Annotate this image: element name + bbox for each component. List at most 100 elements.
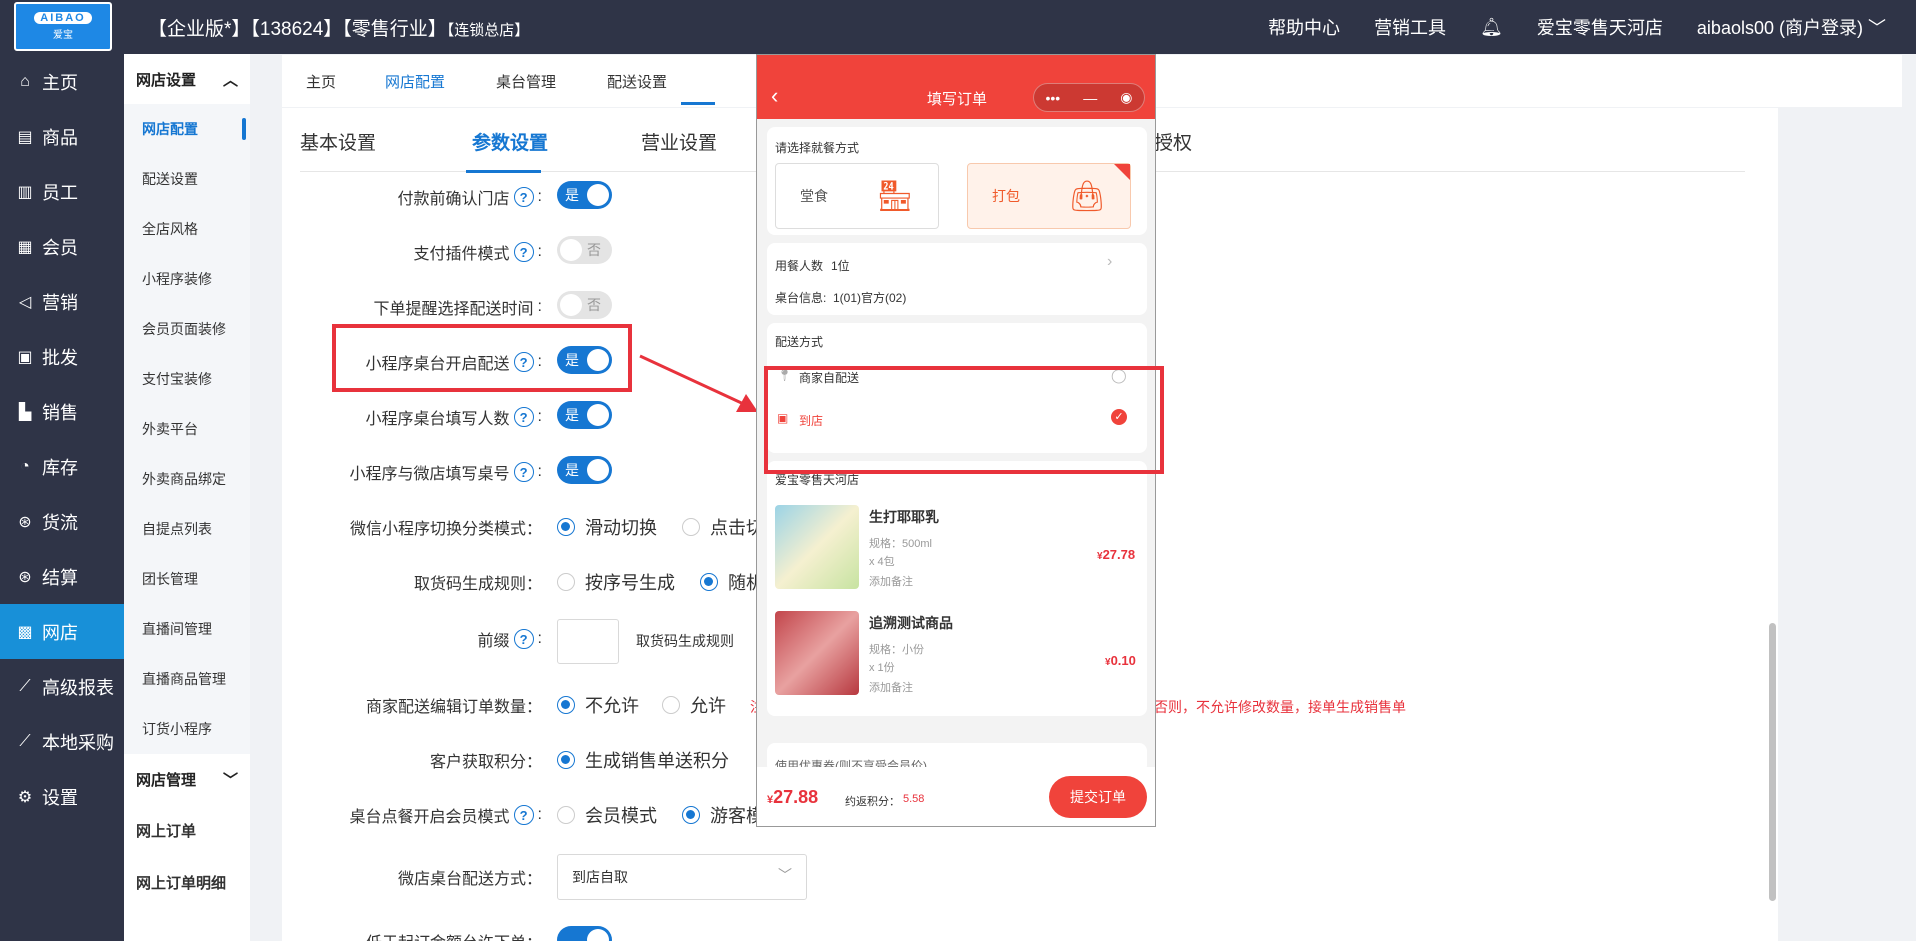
dine-in-label: 堂食 (799, 188, 828, 204)
subnav-item[interactable]: 支付宝装修 (124, 354, 250, 404)
people-label: 用餐人数 (775, 259, 824, 273)
help-icon[interactable]: ? (513, 187, 534, 207)
category-mode-slide-radio[interactable]: 滑动切换 (557, 512, 657, 542)
leftnav-item-7[interactable]: ◔ 库存 (0, 439, 124, 494)
help-icon[interactable]: ? (513, 462, 534, 482)
scrollbar[interactable] (1769, 623, 1776, 901)
more-dots-icon[interactable]: ••• (1046, 90, 1061, 106)
pickup-rule-seq-radio[interactable]: 按序号生成 (557, 567, 675, 597)
switch-state: 是 (565, 407, 579, 423)
subnav-item[interactable]: 全店风格 (124, 204, 250, 254)
top-nav: 帮助中心 营销工具 🔔︎ 爱宝零售天河店 aibaols00 (商户登录) ﹀ (1268, 14, 1886, 40)
table-people-switch[interactable]: 是 (557, 401, 612, 429)
dine-in-option[interactable]: 堂食 🏪︎ (775, 163, 939, 229)
leftnav-item-11[interactable]: ⟋ 高级报表 (0, 659, 124, 714)
leftnav-item-12[interactable]: ⟋ 本地采购 (0, 714, 124, 769)
marketing-tools-link[interactable]: 营销工具 (1374, 14, 1446, 40)
help-icon[interactable]: ? (513, 352, 534, 372)
logo-subtext: 爱宝 (53, 30, 73, 41)
colon: : (537, 243, 542, 260)
tab-table-manage[interactable]: 桌台管理 (496, 71, 556, 92)
wechat-table-switch[interactable]: 是 (557, 456, 612, 484)
help-center-link[interactable]: 帮助中心 (1268, 14, 1340, 40)
subnav-group-shop-manage[interactable]: 网店管理 ﹀ (124, 754, 250, 804)
subnav-item-online-order-details[interactable]: 网上订单明细 (124, 856, 250, 908)
leftnav-label: 高级报表 (42, 677, 114, 698)
leftnav-item-9[interactable]: ⊛ 结算 (0, 549, 124, 604)
red-arrow (639, 354, 758, 412)
points-label: 约返积分： (845, 796, 900, 808)
order-remind-switch[interactable]: 否 (557, 291, 612, 319)
close-target-icon[interactable]: ◉ (1120, 89, 1132, 106)
help-icon[interactable]: ? (513, 629, 534, 649)
subnav-item[interactable]: 外卖商品绑定 (124, 454, 250, 504)
tab-home[interactable]: 主页 (306, 71, 336, 92)
subnav-item-online-orders[interactable]: 网上订单 (124, 804, 250, 856)
total-price: ¥27.88 (767, 787, 818, 808)
subnav-group-shop-settings[interactable]: 网店设置 ︿ (124, 54, 250, 104)
subnav-item[interactable]: 团长管理 (124, 554, 250, 604)
miniprogram-capsule[interactable]: ••• — ◉ (1033, 83, 1145, 112)
add-note-link-1[interactable]: 添加备注 (869, 573, 913, 589)
member-mode-member-radio[interactable]: 会员模式 (557, 800, 657, 830)
leftnav-item-6[interactable]: ▙ 销售 (0, 384, 124, 439)
submit-order-button[interactable]: 提交订单 (1049, 776, 1147, 818)
settings-tab-params[interactable]: 参数设置 (472, 128, 548, 155)
leftnav-label: 本地采购 (42, 732, 114, 753)
account-title-main: 【企业版*】【138624】【零售行业】 (148, 19, 447, 40)
add-note-link-2[interactable]: 添加备注 (869, 679, 913, 695)
leftnav-item-3[interactable]: ▦ 会员 (0, 219, 124, 274)
table-delivery-way-select[interactable]: 到店自取 ﹀ (557, 854, 807, 900)
subnav-item[interactable]: 配送设置 (124, 154, 250, 204)
pay-confirm-switch[interactable]: 是 (557, 181, 612, 209)
aibao-logo[interactable]: AIBAO 爱宝 (14, 2, 112, 51)
help-icon[interactable]: ? (513, 407, 534, 427)
category-mode-click-radio[interactable]: 点击切 (682, 512, 764, 542)
leftnav-item-13[interactable]: ⚙ 设置 (0, 769, 124, 824)
pickup-rule-label: 取货码生成规则： (413, 576, 542, 593)
subnav-item[interactable]: 自提点列表 (124, 504, 250, 554)
leftnav-item-0[interactable]: ⌂ 主页 (0, 54, 124, 109)
chevron-right-icon: › (1107, 253, 1113, 270)
member-mode-guest-radio[interactable]: 游客模 (682, 800, 764, 830)
total-value: 27.88 (773, 787, 819, 807)
store-switcher[interactable]: 爱宝零售天河店 (1537, 14, 1663, 40)
radio-dot (700, 573, 718, 591)
settings-tab-basic[interactable]: 基本设置 (300, 128, 376, 155)
tab-delivery-settings[interactable]: 配送设置 (607, 71, 667, 92)
help-icon[interactable]: ? (513, 242, 534, 262)
edit-qty-deny-radio[interactable]: 不允许 (557, 690, 639, 720)
help-icon[interactable]: ? (513, 805, 534, 825)
subnav-item[interactable]: 外卖平台 (124, 404, 250, 454)
subnav-item[interactable]: 小程序装修 (124, 254, 250, 304)
table-delivery-switch[interactable]: 是 (557, 346, 612, 374)
member-mode-label: 桌台点餐开启会员模式?: (282, 800, 542, 830)
takeaway-option[interactable]: 打包 👜︎ (967, 163, 1131, 229)
bell-icon[interactable]: 🔔︎ (1480, 17, 1503, 38)
settings-tab-auth[interactable]: 授权 (1154, 128, 1192, 155)
pay-plugin-switch[interactable]: 否 (557, 236, 612, 264)
subnav-item[interactable]: 网店配置 (124, 104, 250, 154)
settings-tab-business[interactable]: 营业设置 (641, 128, 717, 155)
edit-qty-allow-radio[interactable]: 允许 (662, 690, 726, 720)
subnav-item[interactable]: 会员页面装修 (124, 304, 250, 354)
points-sales-radio[interactable]: 生成销售单送积分 (557, 745, 729, 775)
store-icon: 🏪︎ (875, 179, 915, 213)
table-info-card[interactable]: 用餐人数 1位 › 桌台信息: 1(01)官方(02) (767, 243, 1147, 315)
pickup-rule-random-radio[interactable]: 随机 (700, 567, 764, 597)
user-menu[interactable]: aibaols00 (商户登录) ﹀ (1697, 14, 1886, 40)
minimize-icon[interactable]: — (1083, 90, 1097, 106)
subnav-item[interactable]: 直播间管理 (124, 604, 250, 654)
tab-shop-config[interactable]: 网店配置 (385, 71, 445, 92)
leftnav-item-4[interactable]: ◁ 营销 (0, 274, 124, 329)
prefix-input[interactable] (557, 619, 619, 664)
leftnav-item-5[interactable]: ▣ 批发 (0, 329, 124, 384)
leftnav-item-1[interactable]: ▤ 商品 (0, 109, 124, 164)
leftnav-item-10[interactable]: ▩ 网店 (0, 604, 124, 659)
leftnav-label: 会员 (42, 237, 78, 258)
min-order-switch[interactable] (557, 926, 612, 941)
subnav-item[interactable]: 订货小程序 (124, 704, 250, 754)
subnav-item[interactable]: 直播商品管理 (124, 654, 250, 704)
leftnav-item-8[interactable]: ⊛ 货流 (0, 494, 124, 549)
leftnav-item-2[interactable]: ▥ 员工 (0, 164, 124, 219)
